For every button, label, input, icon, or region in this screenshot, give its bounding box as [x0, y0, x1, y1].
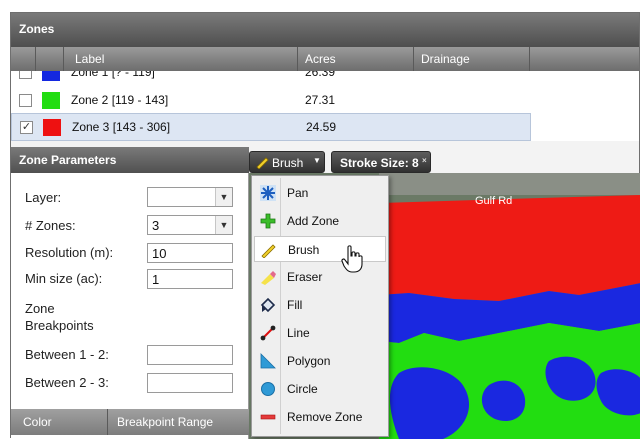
zones-panel-title: Zones: [11, 13, 639, 49]
menu-item-remove-zone[interactable]: Remove Zone: [254, 404, 386, 430]
table-row[interactable]: Zone 2 [119 - 143] 27.31: [11, 86, 531, 114]
menu-item-label: Pan: [287, 186, 309, 200]
menu-item-eraser[interactable]: Eraser: [254, 264, 386, 290]
menu-item-label: Line: [287, 326, 310, 340]
breakpoints-heading-line2: Breakpoints: [25, 318, 94, 333]
menu-item-line[interactable]: Line: [254, 320, 386, 346]
between-1-2-input[interactable]: [147, 345, 233, 365]
chevron-down-icon: ▼: [215, 188, 232, 206]
brush-tool-dropdown[interactable]: Brush ▼: [249, 151, 325, 173]
zones-count-select[interactable]: 3 ▼: [147, 215, 233, 235]
column-color[interactable]: Color: [23, 415, 52, 429]
min-size-label: Min size (ac):: [25, 271, 103, 286]
zone-label: Zone 3 [143 - 306]: [72, 120, 171, 134]
menu-item-label: Fill: [287, 298, 303, 312]
menu-item-label: Eraser: [287, 270, 323, 284]
breakpoints-heading: Zone: [25, 301, 55, 316]
tool-menu: Pan Add Zone Brush Eraser Fill Line Poly…: [251, 175, 389, 437]
zones-grid-header: Label Acres Drainage: [11, 47, 639, 71]
resolution-label: Resolution (m):: [25, 245, 114, 260]
menu-item-fill[interactable]: Fill: [254, 292, 386, 318]
zones-grid: Zone 1 [? - 119] 26.39 Zone 2 [119 - 143…: [11, 71, 639, 141]
add-zone-icon: [260, 213, 276, 229]
menu-item-circle[interactable]: Circle: [254, 376, 386, 402]
menu-item-label: Add Zone: [287, 214, 340, 228]
zone-color-swatch: [43, 119, 61, 136]
zone-label: Zone 1 [? - 119]: [71, 71, 155, 79]
stroke-size-control[interactable]: Stroke Size: 8 ×: [331, 151, 431, 173]
layer-select[interactable]: ▼: [147, 187, 233, 207]
table-row[interactable]: Zone 1 [? - 119] 26.39: [11, 71, 531, 86]
remove-zone-icon: [260, 414, 276, 420]
zone-color-swatch: [42, 92, 60, 109]
menu-item-label: Remove Zone: [287, 410, 363, 424]
menu-item-pan[interactable]: Pan: [254, 180, 386, 206]
app-window: Zones Label Acres Drainage Zone 1 [? - 1…: [10, 12, 640, 439]
layer-label: Layer:: [25, 190, 62, 205]
menu-item-label: Polygon: [287, 354, 331, 368]
zones-count-label: # Zones:: [25, 218, 76, 233]
menu-item-brush[interactable]: Brush: [254, 236, 386, 273]
table-row[interactable]: ✓ Zone 3 [143 - 306] 24.59: [11, 113, 531, 141]
column-drainage[interactable]: Drainage: [421, 52, 470, 66]
menu-item-add-zone[interactable]: Add Zone: [254, 208, 386, 234]
line-icon: [260, 325, 276, 341]
brush-tool-label: Brush: [272, 156, 304, 170]
zone-color-swatch: [42, 71, 60, 81]
zone-label: Zone 2 [119 - 143]: [71, 93, 169, 107]
menu-item-polygon[interactable]: Polygon: [254, 348, 386, 374]
row-checkbox[interactable]: [19, 94, 32, 107]
column-acres[interactable]: Acres: [305, 52, 336, 66]
between-2-3-input[interactable]: [147, 373, 233, 393]
brush-icon: [261, 244, 276, 258]
zone-parameters-panel: Layer: ▼ # Zones: 3 ▼ Resolution (m): 10…: [11, 173, 249, 439]
brush-icon: [256, 157, 269, 169]
zone-parameters-title: Zone Parameters: [11, 147, 249, 173]
between-1-2-label: Between 1 - 2:: [25, 347, 109, 362]
stroke-size-label: Stroke Size: 8: [340, 156, 419, 170]
resolution-input[interactable]: 10: [147, 243, 233, 263]
polygon-icon: [260, 353, 276, 369]
close-icon[interactable]: ×: [422, 156, 427, 165]
menu-item-label: Brush: [288, 243, 320, 257]
row-checkbox[interactable]: ✓: [20, 121, 33, 134]
chevron-down-icon: ▼: [215, 216, 232, 234]
zone-acres: 24.59: [306, 120, 337, 134]
chevron-down-icon: ▼: [313, 156, 321, 165]
pan-icon: [260, 185, 276, 201]
road-label: Gulf Rd: [475, 195, 513, 207]
breakpoint-table-header: Color Breakpoint Range: [11, 409, 249, 435]
column-label[interactable]: Label: [75, 52, 104, 66]
row-checkbox[interactable]: [19, 71, 32, 79]
menu-item-label: Circle: [287, 382, 318, 396]
min-size-input[interactable]: 1: [147, 269, 233, 289]
between-2-3-label: Between 2 - 3:: [25, 375, 109, 390]
circle-icon: [261, 382, 275, 396]
zone-acres: 26.39: [305, 71, 336, 79]
zone-acres: 27.31: [305, 93, 336, 107]
fill-icon: [260, 297, 276, 313]
eraser-icon: [261, 271, 276, 285]
column-breakpoint-range[interactable]: Breakpoint Range: [117, 415, 213, 429]
